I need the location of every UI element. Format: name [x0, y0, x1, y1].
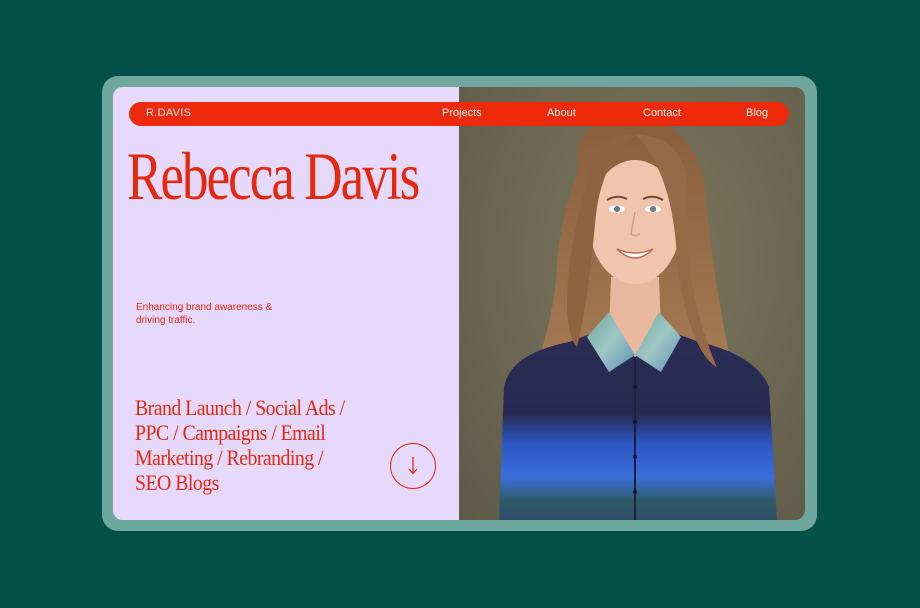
page-background: { "site": { "brand": "R.DAVIS", "nav": […	[0, 0, 920, 608]
nav-link-projects[interactable]: Projects	[442, 107, 482, 119]
services-list: Brand Launch / Social Ads / PPC / Campai…	[135, 395, 390, 495]
top-navbar: R.DAVIS Projects About Contact Blog	[129, 102, 789, 126]
website-screen: Rebecca Davis Enhancing brand awareness …	[113, 87, 805, 520]
arrow-down-icon	[408, 457, 418, 475]
tagline-line-2: driving traffic.	[136, 315, 196, 326]
nav-link-about[interactable]: About	[547, 107, 576, 119]
services-line-3: Marketing / Rebranding /	[135, 445, 324, 470]
tagline-line-1: Enhancing brand awareness &	[136, 302, 273, 313]
hero-left-panel: Rebecca Davis Enhancing brand awareness …	[113, 87, 459, 520]
portrait-photo	[459, 87, 805, 520]
portrait-illustration	[499, 116, 777, 520]
nav-link-contact[interactable]: Contact	[643, 107, 681, 119]
services-line-2: PPC / Campaigns / Email	[135, 420, 326, 445]
services-line-4: SEO Blogs	[135, 470, 219, 495]
hero-tagline: Enhancing brand awareness & driving traf…	[136, 301, 296, 327]
device-frame: Rebecca Davis Enhancing brand awareness …	[102, 76, 817, 531]
services-line-1: Brand Launch / Social Ads /	[135, 395, 345, 420]
nav-link-blog[interactable]: Blog	[746, 107, 768, 119]
hero-name-heading: Rebecca Davis	[127, 138, 420, 214]
brand-logo[interactable]: R.DAVIS	[146, 107, 191, 119]
scroll-down-button[interactable]	[390, 443, 436, 489]
